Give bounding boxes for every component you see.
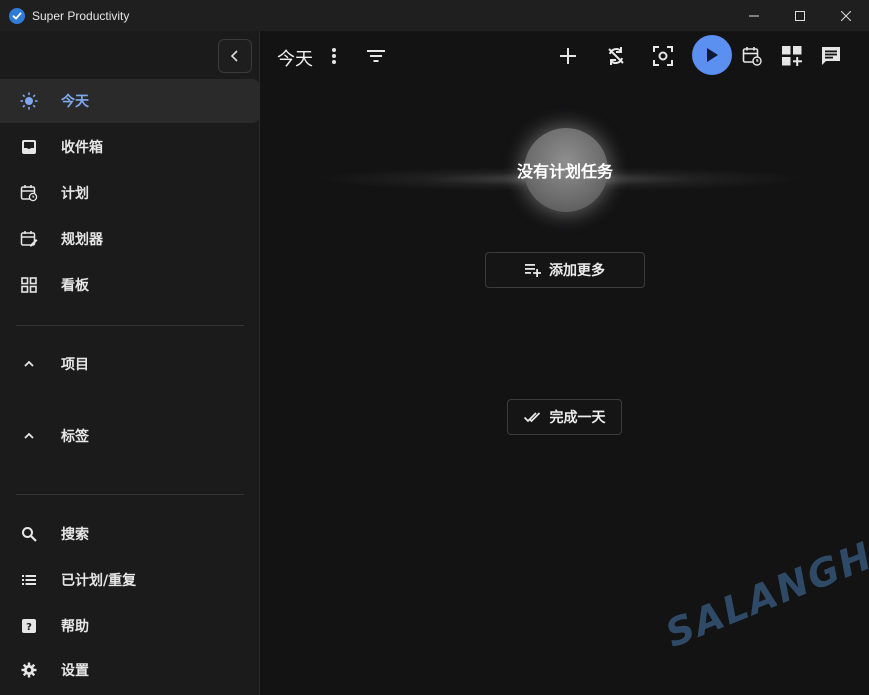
- sidebar-item-boards[interactable]: 看板: [0, 263, 260, 307]
- sidebar-item-planner[interactable]: 规划器: [0, 217, 260, 261]
- sidebar-item-label: 规划器: [61, 232, 103, 248]
- calendar-clock-icon: [742, 47, 762, 66]
- sidebar-item-label: 搜索: [61, 527, 89, 543]
- maximize-button[interactable]: [777, 0, 823, 31]
- comment-icon: [822, 47, 840, 65]
- sidebar-item-inbox[interactable]: 收件箱: [0, 125, 260, 169]
- finish-day-button[interactable]: 完成一天: [507, 399, 622, 435]
- sidebar-section-tags[interactable]: 标签: [0, 414, 260, 458]
- sun-icon: [20, 92, 38, 110]
- maximize-icon: [795, 10, 805, 21]
- sidebar-item-schedule[interactable]: 计划: [0, 171, 260, 215]
- add-widget-button[interactable]: [775, 39, 809, 73]
- sync-disabled-icon: [608, 47, 624, 65]
- chevron-left-icon: [230, 50, 238, 62]
- sidebar-section-label: 标签: [61, 429, 89, 445]
- add-more-label: 添加更多: [549, 263, 605, 279]
- app-logo-icon: [9, 7, 25, 24]
- close-icon: [841, 10, 851, 21]
- add-task-button[interactable]: [551, 39, 585, 73]
- svg-text:?: ?: [26, 622, 32, 633]
- sidebar-item-label: 计划: [61, 186, 89, 202]
- minimize-icon: [749, 15, 759, 16]
- double-check-icon: [523, 411, 542, 423]
- title-bar: Super Productivity: [0, 0, 869, 31]
- list-icon: [20, 571, 38, 589]
- schedule-button[interactable]: [735, 39, 769, 73]
- sidebar-item-label: 看板: [61, 278, 89, 294]
- window-title: Super Productivity: [32, 8, 130, 23]
- more-options-button[interactable]: [317, 39, 351, 73]
- minimize-button[interactable]: [731, 0, 777, 31]
- sidebar-item-scheduled-repeat[interactable]: 已计划/重复: [0, 558, 260, 602]
- sidebar: 今天 收件箱 计划 规划器 看板 项目 标签 搜索 已计划/重复 ? 帮助 设置: [0, 31, 260, 695]
- calendar-edit-icon: [20, 230, 38, 248]
- sidebar-item-search[interactable]: 搜索: [0, 512, 260, 556]
- sidebar-item-label: 已计划/重复: [61, 573, 137, 589]
- search-icon: [20, 525, 38, 543]
- sidebar-divider: [16, 325, 244, 326]
- dashboard-add-icon: [782, 46, 802, 66]
- start-tracking-button[interactable]: [692, 35, 732, 75]
- calendar-clock-icon: [20, 184, 38, 202]
- sidebar-item-settings[interactable]: 设置: [0, 648, 260, 692]
- help-icon: ?: [20, 617, 38, 635]
- more-vert-icon: [332, 48, 336, 64]
- plus-icon: [560, 48, 576, 64]
- sidebar-item-label: 今天: [61, 94, 89, 110]
- inbox-icon: [20, 138, 38, 156]
- sidebar-divider: [16, 494, 244, 495]
- focus-mode-button[interactable]: [646, 39, 680, 73]
- filter-list-icon: [367, 50, 385, 62]
- sidebar-item-label: 帮助: [61, 619, 89, 635]
- finish-day-label: 完成一天: [549, 410, 606, 426]
- play-icon: [707, 48, 718, 62]
- add-more-button[interactable]: 添加更多: [485, 252, 645, 288]
- focus-icon: [653, 46, 673, 66]
- sidebar-item-label: 设置: [61, 663, 89, 679]
- sync-button[interactable]: [599, 39, 633, 73]
- filter-button[interactable]: [359, 39, 393, 73]
- close-button[interactable]: [823, 0, 869, 31]
- grid-icon: [20, 276, 38, 294]
- sidebar-item-today[interactable]: 今天: [0, 79, 260, 123]
- sidebar-item-label: 收件箱: [61, 140, 103, 156]
- notes-button[interactable]: [814, 39, 848, 73]
- sidebar-section-projects[interactable]: 项目: [0, 342, 260, 386]
- page-title: 今天: [277, 49, 313, 70]
- playlist-add-icon: [525, 263, 541, 277]
- chevron-up-icon: [20, 355, 38, 373]
- chevron-up-icon: [20, 427, 38, 445]
- sidebar-item-help[interactable]: ? 帮助: [0, 604, 260, 648]
- collapse-sidebar-button[interactable]: [218, 39, 252, 73]
- sidebar-section-label: 项目: [61, 357, 89, 373]
- empty-state-message: 没有计划任务: [516, 162, 613, 181]
- gear-icon: [20, 661, 38, 679]
